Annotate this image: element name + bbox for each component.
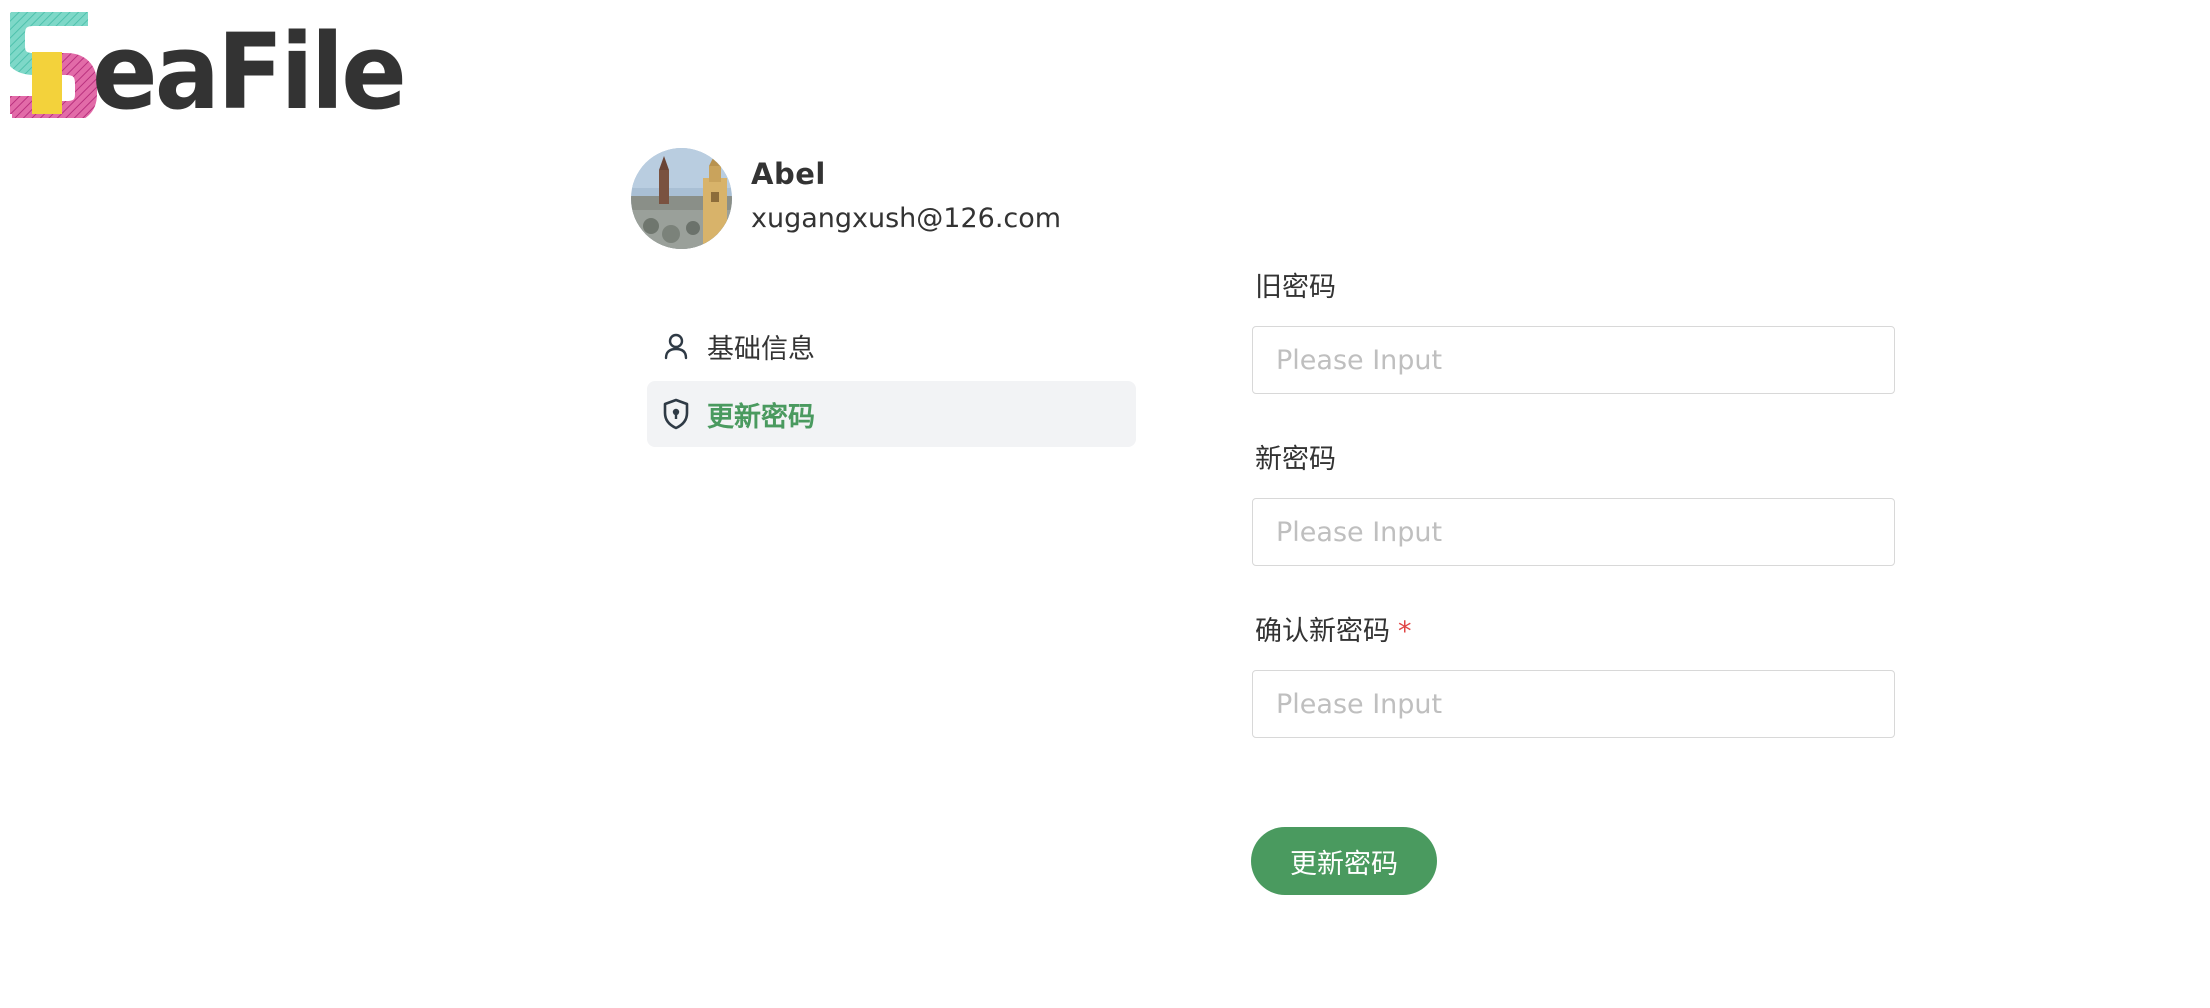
update-password-button[interactable]: 更新密码	[1251, 827, 1437, 895]
confirm-password-label: 确认新密码 *	[1255, 616, 1412, 647]
svg-text:eaFile: eaFile	[92, 12, 404, 118]
settings-nav: 基础信息 更新密码	[647, 313, 1136, 449]
user-email: xugangxush@126.com	[751, 203, 1062, 234]
confirm-password-input[interactable]	[1252, 670, 1895, 738]
nav-item-basic-info[interactable]: 基础信息	[647, 313, 1136, 379]
user-icon	[661, 331, 691, 361]
profile-settings-page: eaFile Abel xugangxush@126.com 基础信息 更新密码…	[0, 0, 2210, 1008]
seafile-logo: eaFile	[10, 12, 407, 118]
nav-item-label: 基础信息	[707, 333, 815, 365]
update-password-form: 旧密码 新密码 确认新密码 *	[1252, 268, 1895, 738]
required-mark: *	[1398, 616, 1412, 647]
avatar-photo	[631, 148, 732, 249]
shield-icon	[661, 398, 691, 430]
nav-item-update-password[interactable]: 更新密码	[647, 381, 1136, 447]
old-password-label: 旧密码	[1255, 272, 1336, 303]
nav-item-label: 更新密码	[707, 401, 815, 433]
user-name: Abel	[751, 157, 826, 191]
new-password-label: 新密码	[1255, 444, 1336, 475]
avatar	[631, 148, 732, 249]
new-password-input[interactable]	[1252, 498, 1895, 566]
old-password-input[interactable]	[1252, 326, 1895, 394]
